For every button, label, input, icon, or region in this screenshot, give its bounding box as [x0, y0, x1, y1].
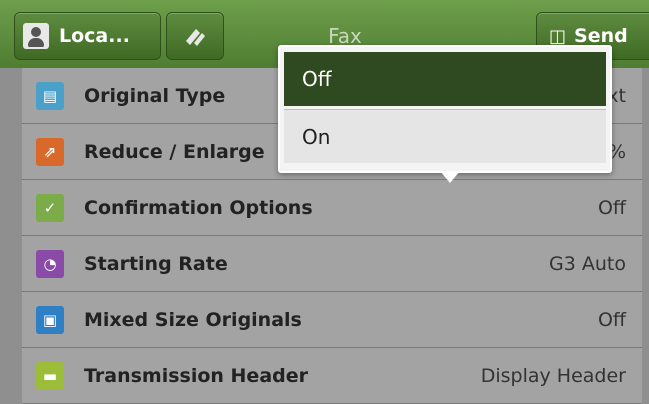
send-label: Send	[574, 25, 628, 47]
original-type-icon: ▤	[36, 81, 64, 110]
settings-value: Display Header	[480, 364, 626, 387]
settings-row-transmission-header[interactable]: ▬ Transmission Header Display Header	[22, 348, 642, 404]
settings-label: Transmission Header	[84, 364, 309, 387]
fax-send-icon: ◫	[549, 25, 567, 47]
settings-row-confirmation-options[interactable]: ✓ Confirmation Options Off	[22, 180, 642, 236]
settings-label: Starting Rate	[84, 252, 228, 275]
settings-label: Confirmation Options	[84, 196, 313, 219]
settings-value: Off	[597, 196, 626, 219]
settings-row-mixed-size-originals[interactable]: ▣ Mixed Size Originals Off	[22, 292, 642, 348]
reduce-enlarge-icon: ⇗	[36, 137, 64, 166]
settings-label: Reduce / Enlarge	[84, 140, 265, 163]
mixed-size-originals-icon: ▣	[36, 305, 64, 334]
phone-dial-icon	[186, 29, 205, 46]
option-dropdown: Off On	[278, 45, 612, 183]
dial-button[interactable]	[166, 12, 224, 60]
settings-value: Off	[597, 308, 626, 331]
option-off[interactable]: Off	[284, 52, 606, 106]
settings-row-starting-rate[interactable]: ◔ Starting Rate G3 Auto	[22, 236, 642, 292]
settings-value: G3 Auto	[549, 252, 626, 275]
dropdown-pointer	[440, 171, 460, 183]
local-user-button[interactable]: Loca...	[14, 12, 161, 60]
settings-label: Mixed Size Originals	[84, 308, 302, 331]
transmission-header-icon: ▬	[36, 361, 64, 390]
option-on[interactable]: On	[284, 109, 606, 163]
local-user-label: Loca...	[59, 25, 130, 47]
confirmation-options-icon: ✓	[36, 193, 64, 222]
user-icon	[23, 23, 49, 49]
starting-rate-icon: ◔	[36, 249, 64, 278]
settings-label: Original Type	[84, 84, 226, 107]
